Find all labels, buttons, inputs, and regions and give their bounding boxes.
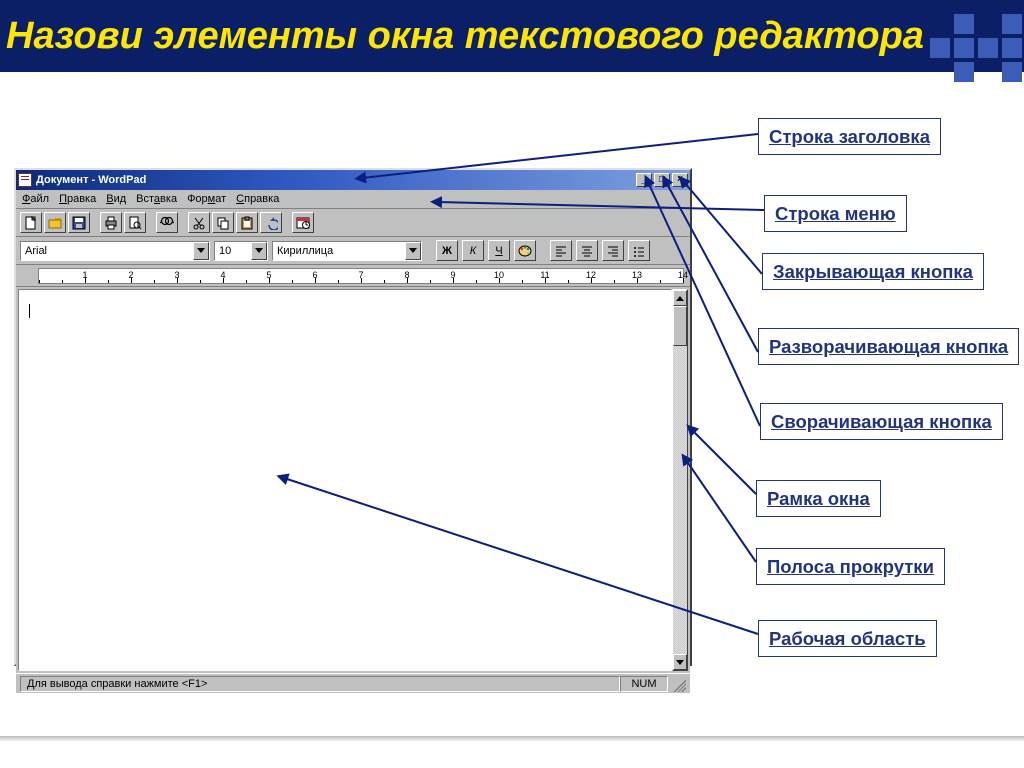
script-combo[interactable]: Кириллица [272,241,422,261]
ruler[interactable]: 1234567891011121314 [16,265,690,287]
preview-button[interactable] [124,212,146,233]
callout-title-bar: Строка заголовка [758,118,941,155]
slide-title: Назови элементы окна текстового редактор… [0,15,924,58]
callout-menu-bar: Строка меню [764,195,907,232]
minimize-button[interactable]: _ [636,173,652,187]
maximize-button[interactable]: □ [654,173,670,187]
scroll-down-button[interactable] [673,654,687,670]
callout-maximize-button: Разворачивающая кнопка [758,328,1019,365]
dropdown-arrow-icon[interactable] [405,242,421,260]
ruler-strip: 1234567891011121314 [38,268,684,284]
client-area [16,287,690,673]
slide-shadow [0,736,1024,742]
datetime-button[interactable] [292,212,314,233]
color-button[interactable] [514,240,536,261]
bold-button[interactable]: Ж [436,240,458,261]
status-bar: Для вывода справки нажмите <F1> NUM [16,673,690,693]
document-icon [18,173,32,187]
undo-button[interactable] [260,212,282,233]
menu-format[interactable]: Формат [187,193,226,205]
callout-work-area: Рабочая область [758,620,937,657]
slide-header: Назови элементы окна текстового редактор… [0,0,1024,72]
font-value: Arial [21,245,51,257]
menu-file[interactable]: Файл [22,193,49,205]
callout-window-frame: Рамка окна [756,480,881,517]
script-value: Кириллица [273,245,337,257]
status-hint: Для вывода справки нажмите <F1> [20,676,620,692]
close-button[interactable]: × [672,173,688,187]
menu-view[interactable]: Вид [106,193,126,205]
scroll-thumb[interactable] [673,306,687,346]
dropdown-arrow-icon[interactable] [251,242,267,260]
open-button[interactable] [44,212,66,233]
align-left-button[interactable] [550,240,572,261]
align-center-button[interactable] [576,240,598,261]
size-combo[interactable]: 10 [214,241,268,261]
title-bar[interactable]: Документ - WordPad _ □ × [16,170,690,190]
font-combo[interactable]: Arial [20,241,210,261]
scroll-up-button[interactable] [673,290,687,306]
standard-toolbar [16,209,690,237]
menu-edit[interactable]: Правка [59,193,96,205]
paste-button[interactable] [236,212,258,233]
menu-insert[interactable]: Вставка [136,193,177,205]
decor-squares [930,14,1022,82]
resize-grip-icon[interactable] [670,676,686,692]
callout-close-button: Закрывающая кнопка [762,253,984,290]
window-title: Документ - WordPad [36,174,636,186]
status-num: NUM [620,676,668,692]
wordpad-window: Документ - WordPad _ □ × Файл Правка Вид… [14,168,692,666]
bullets-button[interactable] [628,240,650,261]
print-button[interactable] [100,212,122,233]
cut-button[interactable] [188,212,210,233]
callout-scrollbar: Полоса прокрутки [756,548,945,585]
format-toolbar: Arial 10 Кириллица Ж К Ч [16,237,690,265]
menu-help[interactable]: Справка [236,193,279,205]
new-button[interactable] [20,212,42,233]
text-caret [29,304,30,318]
menu-bar: Файл Правка Вид Вставка Формат Справка [16,190,690,209]
save-button[interactable] [68,212,90,233]
vertical-scrollbar[interactable] [672,289,688,671]
dropdown-arrow-icon[interactable] [193,242,209,260]
align-right-button[interactable] [602,240,624,261]
scroll-track[interactable] [673,346,687,654]
size-value: 10 [215,245,235,257]
copy-button[interactable] [212,212,234,233]
find-button[interactable] [156,212,178,233]
window-buttons: _ □ × [636,173,688,187]
underline-button[interactable]: Ч [488,240,510,261]
callout-minimize-button: Сворачивающая кнопка [760,403,1003,440]
italic-button[interactable]: К [462,240,484,261]
document-area[interactable] [18,289,672,671]
